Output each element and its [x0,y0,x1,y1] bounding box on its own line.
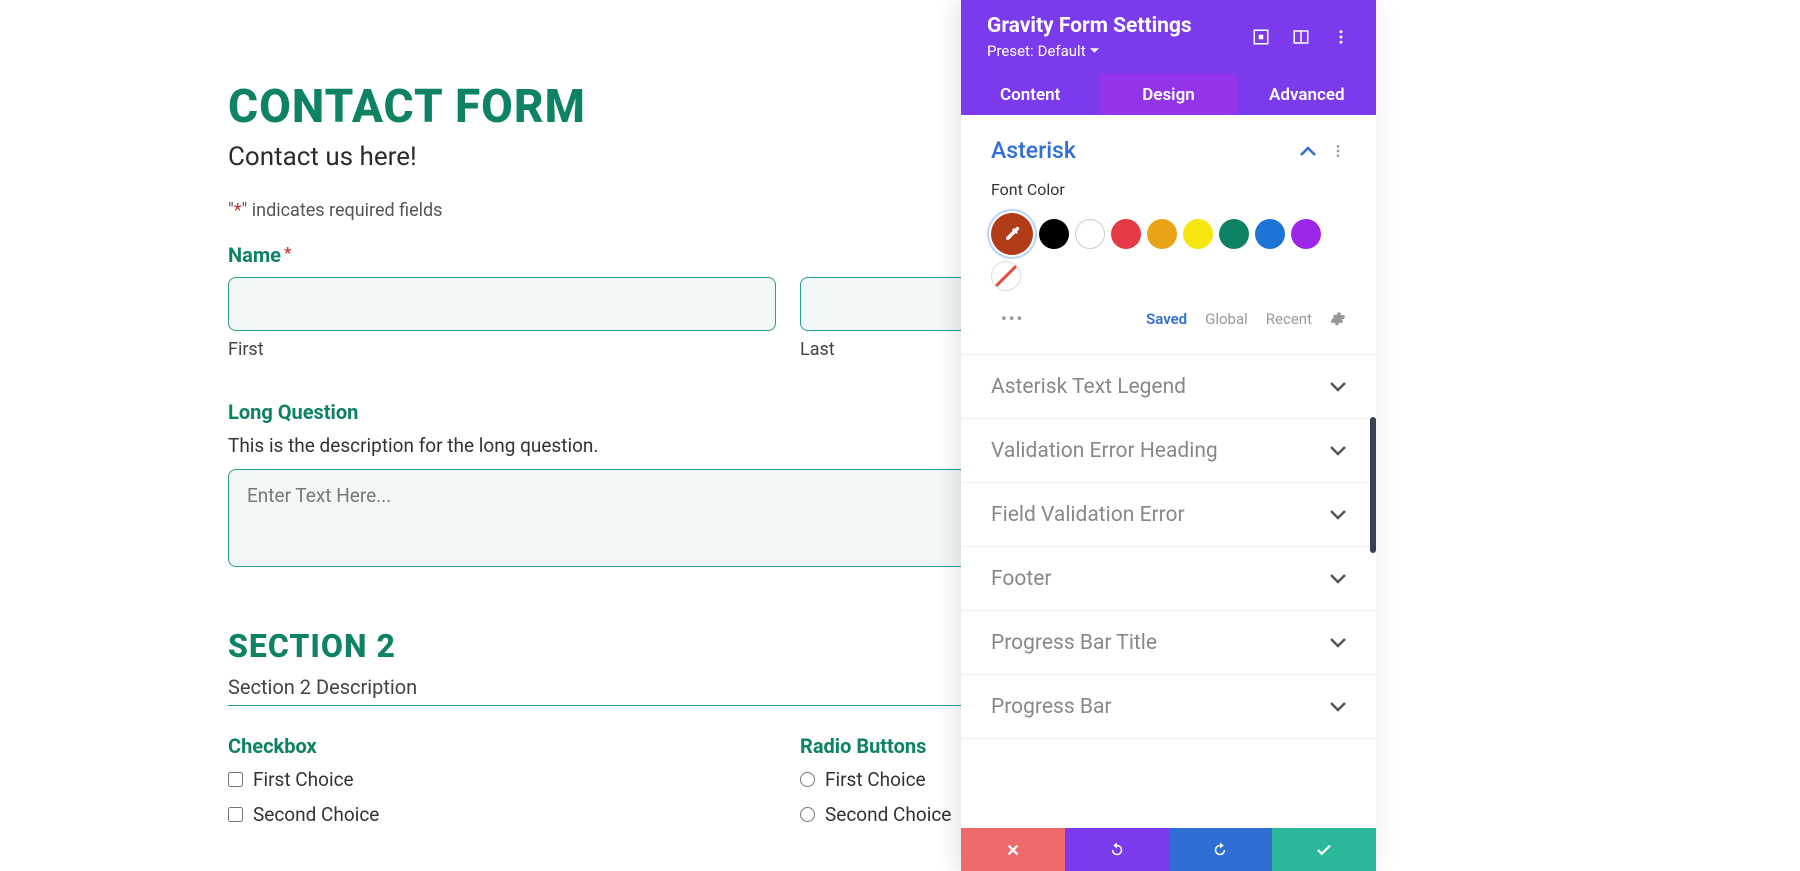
accordion-progress-bar[interactable]: Progress Bar [961,675,1376,739]
panel-header-icons [1252,28,1350,46]
color-swatches [991,213,1346,291]
checkbox-input-2[interactable] [228,807,243,822]
first-name-col: First [228,277,776,360]
chevron-down-icon [1330,574,1346,584]
checkbox-option-2[interactable]: Second Choice [228,803,776,826]
palette-tabs: Saved Global Recent [1146,310,1346,328]
caret-down-icon [1090,48,1099,54]
checkbox-input-1[interactable] [228,772,243,787]
required-asterisk: * [234,200,242,221]
required-note-suffix: " indicates required fields [242,200,443,221]
panel-body: Asterisk Font Color [961,115,1376,828]
tab-advanced[interactable]: Advanced [1238,74,1376,115]
checkbox-column: Checkbox First Choice Second Choice [228,734,776,838]
panel-tabs: Content Design Advanced [961,74,1376,115]
tab-design[interactable]: Design [1099,74,1237,115]
checkbox-label: Checkbox [228,734,776,758]
layout-toggle-icon[interactable] [1292,28,1310,46]
accordion-asterisk-title[interactable]: Asterisk [991,137,1076,164]
more-dots-icon[interactable]: ••• [1001,309,1024,328]
accordion-label: Asterisk Text Legend [991,375,1186,399]
panel-header-text: Gravity Form Settings Preset: Default [987,14,1252,60]
font-color-label: Font Color [991,180,1346,199]
radio-input-1[interactable] [800,772,815,787]
swatch-black[interactable] [1039,219,1069,249]
first-name-sublabel: First [228,339,776,360]
preset-prefix: Preset: [987,42,1034,60]
swatch-yellow[interactable] [1183,219,1213,249]
panel-footer [961,828,1376,871]
accordion-open-header: Asterisk [991,137,1346,164]
checkbox-option-2-label: Second Choice [253,803,379,826]
expand-icon[interactable] [1252,28,1270,46]
swatch-orange[interactable] [1147,219,1177,249]
checkbox-option-1-label: First Choice [253,768,354,791]
preset-value: Default [1038,42,1086,60]
palette-row: ••• Saved Global Recent [991,309,1346,328]
gear-icon[interactable] [1330,311,1346,327]
accordion-label: Progress Bar Title [991,631,1157,655]
accordion-label: Footer [991,567,1051,591]
cancel-button[interactable] [961,828,1065,871]
accordion-label: Validation Error Heading [991,439,1218,463]
chevron-down-icon [1330,446,1346,456]
accordion-asterisk-text-legend[interactable]: Asterisk Text Legend [961,355,1376,419]
accordion-footer[interactable]: Footer [961,547,1376,611]
swatch-white[interactable] [1075,219,1105,249]
settings-panel: Gravity Form Settings Preset: Default Co… [961,0,1376,871]
chevron-down-icon [1330,382,1346,392]
redo-button[interactable] [1169,828,1273,871]
palette-tab-global[interactable]: Global [1205,310,1248,328]
palette-tab-saved[interactable]: Saved [1146,310,1187,328]
swatch-red[interactable] [1111,219,1141,249]
accordion-asterisk: Asterisk Font Color [961,115,1376,355]
swatch-none[interactable] [991,261,1021,291]
accordion-progress-bar-title[interactable]: Progress Bar Title [961,611,1376,675]
save-button[interactable] [1272,828,1376,871]
accordion-more-icon[interactable] [1330,143,1346,159]
accordion-validation-error-heading[interactable]: Validation Error Heading [961,419,1376,483]
radio-option-2-label: Second Choice [825,803,951,826]
more-options-icon[interactable] [1332,28,1350,46]
radio-input-2[interactable] [800,807,815,822]
accordion-label: Field Validation Error [991,503,1185,527]
swatch-purple[interactable] [1291,219,1321,249]
panel-header: Gravity Form Settings Preset: Default [961,0,1376,74]
chevron-up-icon[interactable] [1300,146,1316,156]
accordion-open-actions [1300,143,1346,159]
name-required-mark: * [284,243,291,262]
preset-dropdown[interactable]: Preset: Default [987,42,1252,60]
panel-title: Gravity Form Settings [987,14,1252,38]
checkbox-option-1[interactable]: First Choice [228,768,776,791]
accordion-field-validation-error[interactable]: Field Validation Error [961,483,1376,547]
chevron-down-icon [1330,510,1346,520]
first-name-input[interactable] [228,277,776,331]
eyedropper-swatch[interactable] [991,213,1033,255]
name-label-text: Name [228,243,281,267]
chevron-down-icon [1330,638,1346,648]
swatch-teal[interactable] [1219,219,1249,249]
swatch-blue[interactable] [1255,219,1285,249]
radio-option-1-label: First Choice [825,768,926,791]
scrollbar-thumb[interactable] [1370,417,1376,553]
undo-button[interactable] [1065,828,1169,871]
accordion-label: Progress Bar [991,695,1112,719]
chevron-down-icon [1330,702,1346,712]
tab-content[interactable]: Content [961,74,1099,115]
palette-tab-recent[interactable]: Recent [1266,310,1312,328]
